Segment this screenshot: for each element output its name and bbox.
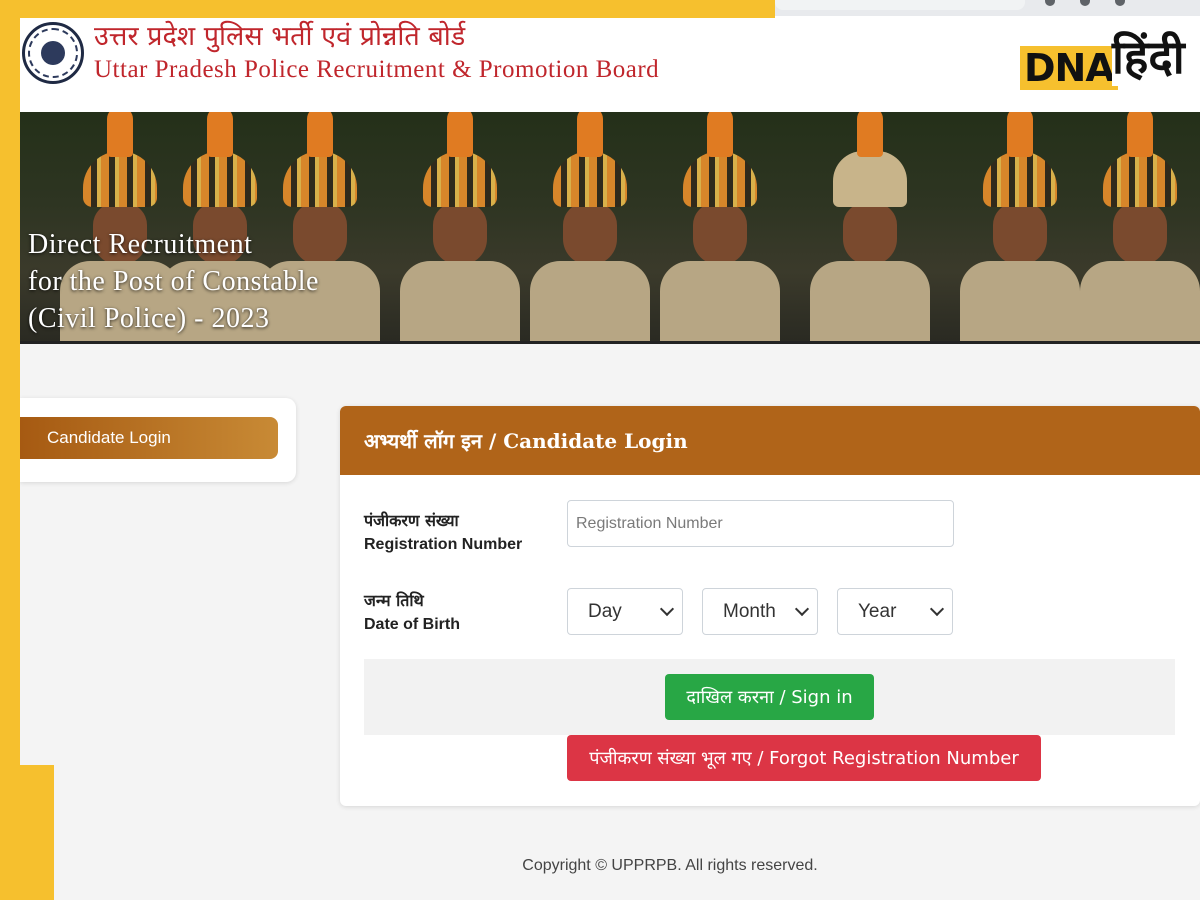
sidebar-item-label: Candidate Login xyxy=(47,428,171,447)
dob-year-value: Year xyxy=(858,600,897,622)
dna-logo-hindi: हिंदी xyxy=(1112,28,1185,86)
banner-soldier-figure xyxy=(530,112,650,341)
banner-title-line: (Civil Police) - 2023 xyxy=(28,303,270,334)
chevron-down-icon xyxy=(794,601,810,617)
site-title: उत्तर प्रदेश पुलिस भर्ती एवं प्रोन्नति ब… xyxy=(94,20,659,86)
dob-label-hindi: जन्म तिथि xyxy=(364,591,424,610)
site-title-hindi: उत्तर प्रदेश पुलिस भर्ती एवं प्रोन्नति ब… xyxy=(94,21,466,52)
banner-title-line: Direct Recruitment xyxy=(28,229,253,260)
dob-year-select[interactable]: Year xyxy=(837,588,953,635)
dna-logo-latin: DNA xyxy=(1024,46,1115,90)
dob-month-select[interactable]: Month xyxy=(702,588,818,635)
hero-banner: Direct Recruitment for the Post of Const… xyxy=(20,112,1200,344)
banner-soldier-figure xyxy=(660,112,780,341)
login-card-header: अभ्यर्थी लॉग इन / Candidate Login xyxy=(340,406,1200,475)
sidebar-item-candidate-login[interactable]: Candidate Login xyxy=(20,417,278,459)
login-title: अभ्यर्थी लॉग इन / Candidate Login xyxy=(364,429,688,453)
chevron-down-icon xyxy=(929,601,945,617)
chevron-down-icon xyxy=(659,601,675,617)
dob-day-value: Day xyxy=(588,600,622,622)
submit-row: दाखिल करना / Sign in xyxy=(364,659,1175,735)
banner-title: Direct Recruitment for the Post of Const… xyxy=(28,226,319,337)
banner-soldier-figure xyxy=(960,112,1080,341)
banner-soldier-figure xyxy=(400,112,520,341)
banner-soldier-figure xyxy=(810,112,930,341)
dob-label-english: Date of Birth xyxy=(364,616,460,633)
sidebar-menu: Candidate Login xyxy=(20,398,296,482)
footer-copyright: Copyright © UPPRPB. All rights reserved. xyxy=(522,857,818,874)
registration-label: पंजीकरण संख्या Registration Number xyxy=(364,509,522,557)
frame-corner-block xyxy=(0,765,54,900)
dna-hindi-logo: DNA हिंदी xyxy=(1020,26,1190,112)
candidate-login-card: अभ्यर्थी लॉग इन / Candidate Login पंजीकर… xyxy=(340,406,1200,806)
menu-icon xyxy=(1115,0,1125,6)
frame-top-bar xyxy=(0,0,775,18)
dob-month-value: Month xyxy=(723,600,776,622)
registration-label-english: Registration Number xyxy=(364,536,523,553)
address-bar-fragment xyxy=(775,0,1025,10)
browser-toolbar-strip xyxy=(775,0,1200,16)
banner-title-line: for the Post of Constable xyxy=(28,266,319,297)
site-title-english: Uttar Pradesh Police Recruitment & Promo… xyxy=(94,56,660,83)
forgot-registration-button[interactable]: पंजीकरण संख्या भूल गए / Forgot Registrat… xyxy=(567,735,1041,781)
dob-day-select[interactable]: Day xyxy=(567,588,683,635)
sign-in-button[interactable]: दाखिल करना / Sign in xyxy=(665,674,874,720)
dob-label: जन्म तिथि Date of Birth xyxy=(364,589,460,637)
profile-icon xyxy=(1080,0,1090,6)
up-police-emblem-icon[interactable] xyxy=(22,22,84,84)
registration-number-input[interactable] xyxy=(567,500,954,547)
banner-soldier-figure xyxy=(1080,112,1200,341)
registration-label-hindi: पंजीकरण संख्या xyxy=(364,511,459,530)
extension-icon xyxy=(1045,0,1055,6)
